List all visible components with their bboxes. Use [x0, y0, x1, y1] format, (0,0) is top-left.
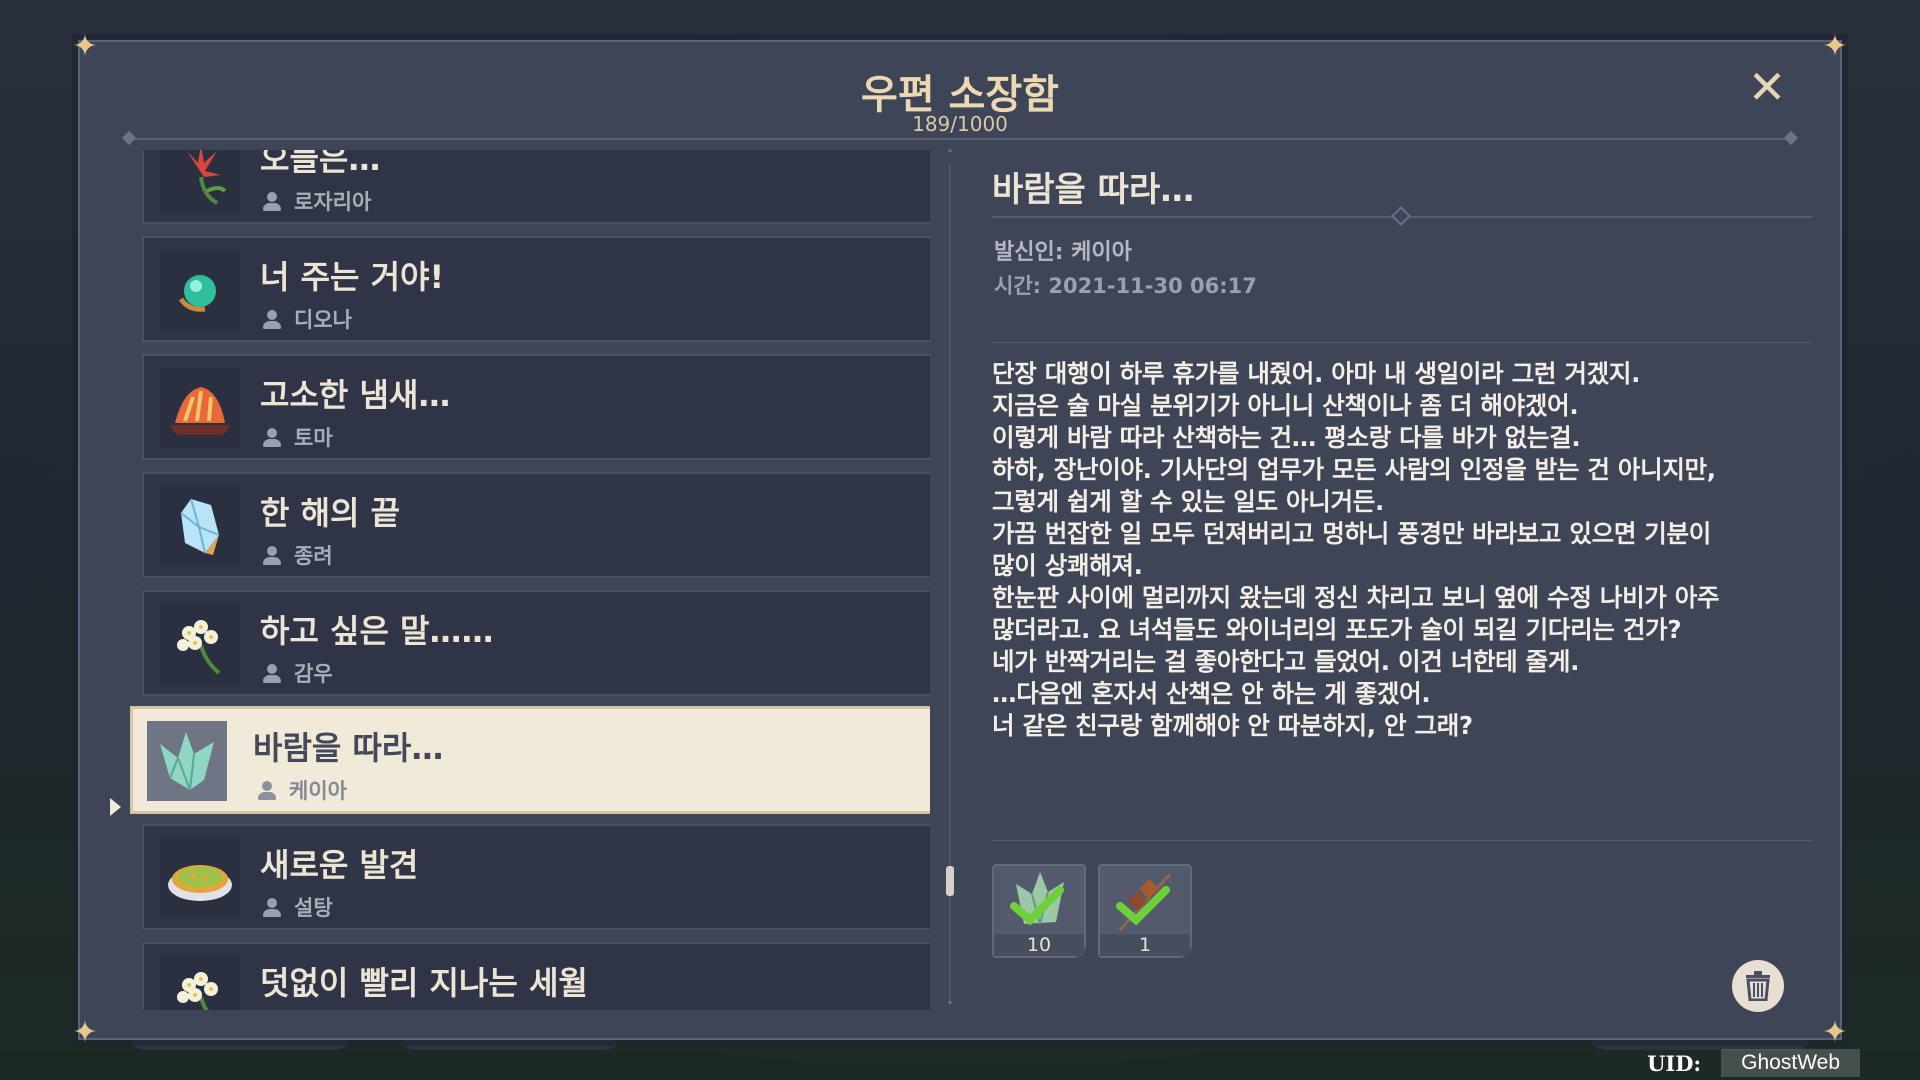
close-button[interactable]: ✕ [1744, 64, 1790, 110]
attachment-item[interactable]: 10 [992, 864, 1086, 958]
mail-list-scrollbar[interactable]: ˄ ˅ [946, 148, 954, 1014]
corner-ornament-icon: ✦ [1822, 1015, 1848, 1050]
person-icon [262, 663, 282, 683]
scroll-up-icon: ˄ [947, 148, 953, 162]
mail-item[interactable]: 새로운 발견 설탕 [142, 824, 930, 930]
attachment-item[interactable]: 1 [1098, 864, 1192, 958]
skewer-dish-icon [1116, 873, 1172, 931]
delete-button[interactable] [1732, 960, 1784, 1012]
person-icon [262, 545, 282, 565]
crystal-fragment-icon [147, 721, 227, 801]
mail-detail-panel: 바람을 따라… 발신인: 케이아 시간: 2021-11-30 06:17 단장… [992, 152, 1812, 1012]
mail-title: 새로운 발견 [260, 846, 419, 884]
header-divider [130, 138, 1790, 140]
scroll-thumb[interactable] [946, 866, 954, 896]
mail-item[interactable]: 한 해의 끝 종려 [142, 472, 930, 578]
white-flower-icon [160, 604, 240, 684]
detail-time: 시간: 2021-11-30 06:17 [994, 274, 1257, 298]
pie-dish-icon [160, 838, 240, 918]
glowing-orb-icon [160, 250, 240, 330]
attachment-count: 10 [994, 934, 1084, 956]
mail-sender: 종려 [294, 544, 333, 568]
mail-title: 너 주는 거야! [260, 258, 445, 296]
mail-item[interactable]: 하고 싶은 말…… 감우 [142, 590, 930, 696]
detail-title: 바람을 따라… [992, 170, 1195, 210]
uid-value: GhostWeb [1721, 1049, 1860, 1077]
mail-sender: 케이아 [289, 779, 347, 803]
red-lily-flower-icon [160, 150, 240, 212]
mail-item[interactable]: 너 주는 거야! 디오나 [142, 236, 930, 342]
corner-ornament-icon: ✦ [72, 1015, 98, 1050]
person-icon [262, 897, 282, 917]
mail-body: 단장 대행이 하루 휴가를 내줬어. 아마 내 생일이라 그런 거겠지. 지금은… [992, 359, 1720, 740]
trash-icon [1746, 971, 1770, 1001]
mail-item[interactable]: 고소한 냄새… 토마 [142, 354, 930, 460]
mail-item-selected[interactable]: 바람을 따라… 케이아 [130, 706, 930, 814]
white-flower-icon [160, 956, 240, 1010]
mail-sender: 설탕 [294, 896, 333, 920]
ice-crystal-icon [160, 486, 240, 566]
mail-count: 189/1000 [912, 112, 1008, 136]
mail-title: 하고 싶은 말…… [260, 612, 494, 650]
mail-title: 덧없이 빨리 지나는 세월 [260, 964, 588, 1002]
mail-list[interactable]: 오늘은… 로자리아 너 주는 거야! 디오나 고소한 냄새… 토마 한 해의 끝… [130, 150, 930, 1010]
corner-ornament-icon: ✦ [1822, 29, 1848, 64]
mail-title: 바람을 따라… [253, 729, 444, 767]
mail-title: 고소한 냄새… [260, 376, 451, 414]
attachment-count: 1 [1100, 934, 1190, 956]
mail-sender: 감우 [294, 662, 333, 686]
mail-title: 오늘은… [260, 150, 381, 178]
attachments: 10 1 [992, 864, 1192, 958]
mail-title: 한 해의 끝 [260, 494, 401, 532]
person-icon [257, 780, 277, 800]
person-icon [262, 191, 282, 211]
selection-arrow-icon [110, 798, 121, 816]
divider [992, 840, 1812, 841]
mail-sender: 로자리아 [294, 190, 372, 214]
uid-watermark: UID: GhostWeb [1647, 1046, 1882, 1080]
person-icon [262, 427, 282, 447]
uid-label: UID: [1647, 1050, 1702, 1076]
corner-ornament-icon: ✦ [72, 29, 98, 64]
divider [992, 342, 1812, 343]
detail-divider [992, 206, 1812, 226]
close-icon: ✕ [1747, 60, 1787, 114]
detail-sender: 발신인: 케이아 [994, 240, 1132, 265]
fried-fish-dish-icon [160, 368, 240, 448]
mail-item[interactable]: 덧없이 빨리 지나는 세월 [142, 942, 930, 1010]
mail-sender: 토마 [294, 426, 333, 450]
mail-collection-window: ✦ ✦ ✦ ✦ 우편 소장함 189/1000 ✕ 오늘은… 로자리아 너 주는… [72, 30, 1847, 1050]
mail-sender: 디오나 [294, 308, 352, 332]
mail-item[interactable]: 오늘은… 로자리아 [142, 150, 930, 224]
person-icon [262, 309, 282, 329]
crystal-chunk-icon [1010, 872, 1064, 926]
scroll-down-icon: ˅ [947, 1000, 953, 1014]
